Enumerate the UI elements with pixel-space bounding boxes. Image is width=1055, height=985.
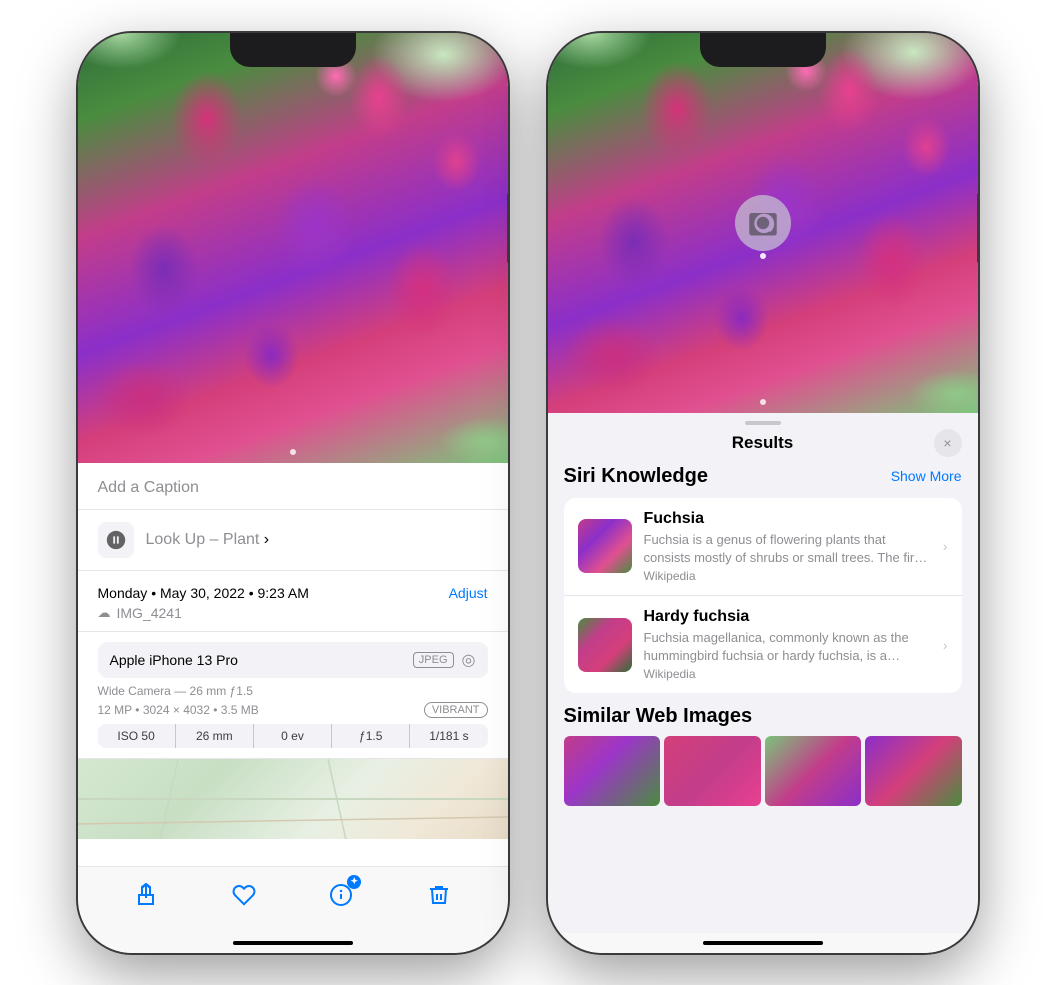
results-header: Results × — [548, 429, 978, 465]
caption-area[interactable]: Add a Caption — [78, 463, 508, 510]
show-more-button[interactable]: Show More — [891, 468, 962, 484]
similar-images-row — [564, 736, 962, 806]
knowledge-item-hardy[interactable]: Hardy fuchsia Fuchsia magellanica, commo… — [564, 596, 962, 693]
cloud-icon: ☁ — [98, 605, 111, 621]
photo-display-2 — [548, 33, 978, 413]
results-content: Siri Knowledge Show More Fuchsia Fuchsia… — [548, 465, 978, 933]
hardy-source: Wikipedia — [644, 667, 931, 681]
photo-toolbar: ✦ — [78, 866, 508, 933]
close-button[interactable]: × — [934, 429, 962, 457]
iso-value: ISO 50 — [98, 724, 176, 748]
search-indicator-dot — [760, 253, 766, 259]
lookup-label: Look Up – Plant › — [146, 531, 270, 549]
siri-knowledge-title: Siri Knowledge — [564, 465, 708, 488]
hardy-thumbnail — [578, 618, 632, 672]
similar-image-4[interactable] — [865, 736, 962, 806]
filename: IMG_4241 — [117, 605, 182, 621]
knowledge-card: Fuchsia Fuchsia is a genus of flowering … — [564, 498, 962, 694]
results-title: Results — [732, 433, 793, 453]
ev-value: 0 ev — [254, 724, 332, 748]
info-button[interactable]: ✦ — [323, 877, 359, 913]
share-button[interactable] — [128, 877, 164, 913]
info-badge: ✦ — [347, 875, 361, 889]
home-indicator-2 — [548, 933, 978, 953]
favorite-button[interactable] — [226, 877, 262, 913]
format-badge: JPEG — [413, 652, 454, 668]
vibrant-badge: VIBRANT — [424, 702, 488, 718]
delete-button[interactable] — [421, 877, 457, 913]
page-indicator-2 — [760, 399, 766, 405]
photo-display[interactable] — [78, 33, 508, 463]
aperture-value: ƒ1.5 — [332, 724, 410, 748]
knowledge-item-fuchsia[interactable]: Fuchsia Fuchsia is a genus of flowering … — [564, 498, 962, 596]
adjust-button[interactable]: Adjust — [449, 585, 488, 601]
fuchsia-chevron-icon: › — [943, 538, 948, 554]
results-sheet: Results × Siri Knowledge Show More Fuchs… — [548, 413, 978, 933]
device-name: Apple iPhone 13 Pro — [110, 652, 238, 668]
visual-lookup-icon — [98, 522, 134, 558]
exif-row: ISO 50 26 mm 0 ev ƒ1.5 1/181 s — [98, 724, 488, 748]
fuchsia-thumbnail — [578, 519, 632, 573]
similar-image-2[interactable] — [664, 736, 761, 806]
hardy-description: Fuchsia magellanica, commonly known as t… — [644, 629, 931, 665]
fuchsia-description: Fuchsia is a genus of flowering plants t… — [644, 531, 931, 567]
map-section[interactable] — [78, 759, 508, 839]
focal-value: 26 mm — [176, 724, 254, 748]
home-indicator — [78, 933, 508, 953]
fuchsia-source: Wikipedia — [644, 569, 931, 583]
photo-info-panel: Add a Caption Look Up – Plant › Monday •… — [78, 463, 508, 866]
fuchsia-text: Fuchsia Fuchsia is a genus of flowering … — [644, 510, 931, 583]
phone-1: Add a Caption Look Up – Plant › Monday •… — [78, 33, 508, 953]
notch-2 — [700, 33, 826, 67]
camera-details: Wide Camera — 26 mm ƒ1.5 — [98, 684, 488, 698]
lookup-row[interactable]: Look Up – Plant › — [78, 510, 508, 571]
fuchsia-name: Fuchsia — [644, 510, 931, 528]
device-info-section: Apple iPhone 13 Pro JPEG ◎ Wide Camera —… — [78, 632, 508, 759]
sheet-handle[interactable] — [548, 413, 978, 429]
mp-info: 12 MP • 3024 × 4032 • 3.5 MB — [98, 703, 259, 717]
similar-image-3[interactable] — [765, 736, 862, 806]
location-icon: ◎ — [462, 650, 476, 670]
similar-section: Similar Web Images — [564, 705, 962, 806]
phone-2: Results × Siri Knowledge Show More Fuchs… — [548, 33, 978, 953]
hardy-chevron-icon: › — [943, 637, 948, 653]
page-indicator — [290, 449, 296, 455]
siri-knowledge-header: Siri Knowledge Show More — [564, 465, 962, 488]
caption-placeholder[interactable]: Add a Caption — [98, 479, 199, 496]
hardy-name: Hardy fuchsia — [644, 608, 931, 626]
shutter-value: 1/181 s — [410, 724, 487, 748]
similar-image-1[interactable] — [564, 736, 661, 806]
similar-title: Similar Web Images — [564, 705, 962, 728]
visual-search-button[interactable] — [735, 195, 791, 251]
notch-1 — [230, 33, 356, 67]
hardy-text: Hardy fuchsia Fuchsia magellanica, commo… — [644, 608, 931, 681]
photo-metadata: Monday • May 30, 2022 • 9:23 AM Adjust ☁… — [78, 571, 508, 632]
photo-date: Monday • May 30, 2022 • 9:23 AM — [98, 585, 309, 601]
